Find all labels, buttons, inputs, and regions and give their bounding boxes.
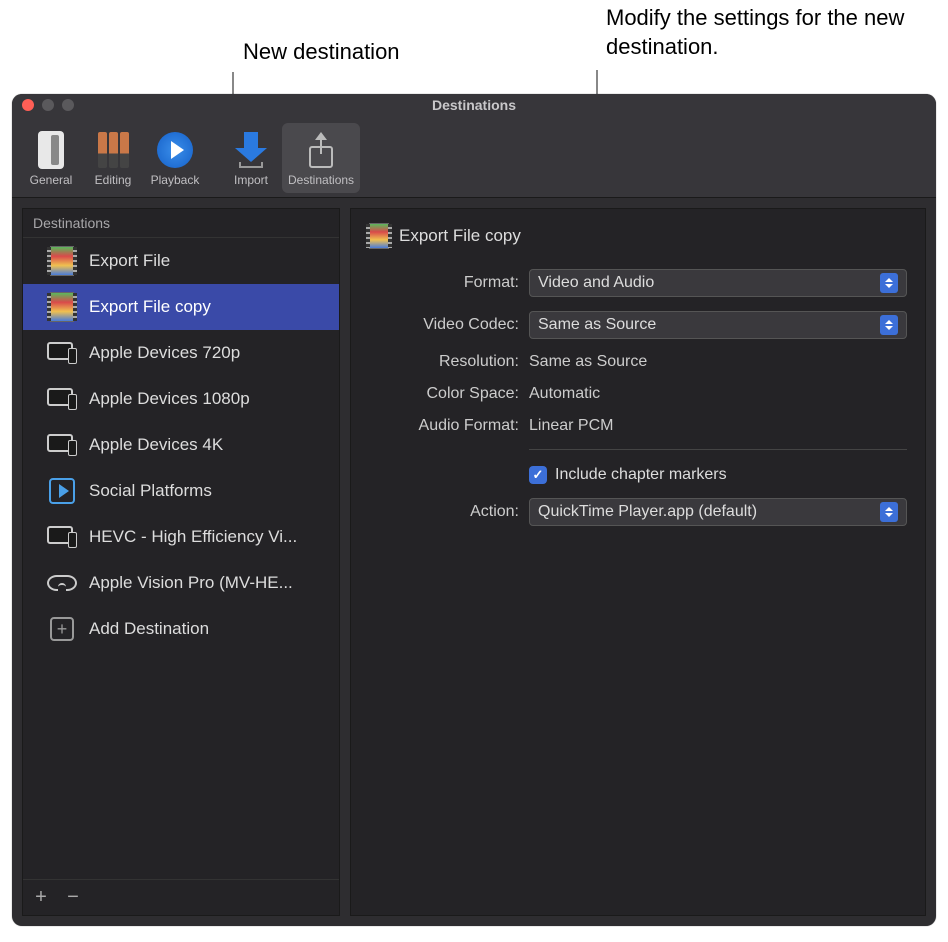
add-button[interactable]: + (31, 886, 51, 909)
sidebar-item-label: HEVC - High Efficiency Vi... (89, 527, 297, 547)
codec-label: Video Codec: (369, 316, 519, 334)
select-arrows-icon (880, 502, 898, 522)
devices-icon (47, 522, 77, 552)
checkmark-icon: ✓ (533, 467, 544, 483)
resolution-label: Resolution: (369, 353, 519, 371)
toolbar-destinations-label: Destinations (288, 173, 354, 187)
destinations-icon (300, 129, 342, 171)
sidebar-item-hevc[interactable]: HEVC - High Efficiency Vi... (23, 514, 339, 560)
plus-box-icon: + (47, 614, 77, 644)
content-area: Destinations Export File Export File cop… (12, 198, 936, 926)
filmstrip-icon (47, 292, 77, 322)
window-controls (22, 99, 74, 111)
sidebar-item-label: Social Platforms (89, 481, 212, 501)
toolbar-import[interactable]: Import (220, 123, 282, 193)
devices-icon (47, 430, 77, 460)
colorspace-label: Color Space: (369, 385, 519, 403)
sidebar-item-label: Apple Vision Pro (MV-HE... (89, 573, 293, 593)
window-title: Destinations (432, 97, 516, 113)
detail-title: Export File copy (399, 226, 521, 246)
detail-panel: Export File copy Format: Video and Audio… (350, 208, 926, 916)
format-select[interactable]: Video and Audio (529, 269, 907, 297)
editing-icon (92, 129, 134, 171)
sidebar-item-label: Apple Devices 1080p (89, 389, 250, 409)
action-row: Action: QuickTime Player.app (default) (369, 498, 907, 526)
preferences-toolbar: General Editing Playback Import Destinat… (12, 116, 936, 198)
audioformat-row: Audio Format: Linear PCM (369, 417, 907, 435)
toolbar-general[interactable]: General (20, 123, 82, 193)
callout-modify-settings: Modify the settings for the new destinat… (606, 4, 936, 61)
preferences-window: Destinations General Editing Playback Im… (12, 94, 936, 926)
sidebar-footer: + − (23, 879, 339, 915)
format-value: Video and Audio (538, 274, 654, 292)
audioformat-label: Audio Format: (369, 417, 519, 435)
toolbar-import-label: Import (234, 173, 268, 187)
toolbar-playback[interactable]: Playback (144, 123, 206, 193)
destinations-sidebar: Destinations Export File Export File cop… (22, 208, 340, 916)
general-icon (30, 129, 72, 171)
codec-select[interactable]: Same as Source (529, 311, 907, 339)
sidebar-item-label: Export File (89, 251, 170, 271)
select-arrows-icon (880, 273, 898, 293)
remove-button[interactable]: − (63, 886, 83, 909)
sidebar-item-social-platforms[interactable]: Social Platforms (23, 468, 339, 514)
resolution-row: Resolution: Same as Source (369, 353, 907, 371)
sidebar-item-apple-devices-4k[interactable]: Apple Devices 4K (23, 422, 339, 468)
devices-icon (47, 384, 77, 414)
toolbar-destinations[interactable]: Destinations (282, 123, 360, 193)
sidebar-item-export-file-copy[interactable]: Export File copy (23, 284, 339, 330)
select-arrows-icon (880, 315, 898, 335)
action-value: QuickTime Player.app (default) (538, 503, 757, 521)
title-bar: Destinations (12, 94, 936, 116)
resolution-value: Same as Source (529, 353, 907, 371)
chapters-row: ✓ Include chapter markers (369, 466, 907, 484)
sidebar-item-label: Export File copy (89, 297, 211, 317)
sidebar-item-add-destination[interactable]: + Add Destination (23, 606, 339, 652)
sidebar-item-label: Add Destination (89, 619, 209, 639)
divider (529, 449, 907, 450)
colorspace-value: Automatic (529, 385, 907, 403)
toolbar-editing-label: Editing (95, 173, 132, 187)
toolbar-general-label: General (30, 173, 73, 187)
sidebar-item-label: Apple Devices 4K (89, 435, 223, 455)
chapters-label: Include chapter markers (555, 466, 727, 484)
filmstrip-icon (47, 246, 77, 276)
detail-header: Export File copy (369, 223, 907, 249)
devices-icon (47, 338, 77, 368)
close-button[interactable] (22, 99, 34, 111)
colorspace-row: Color Space: Automatic (369, 385, 907, 403)
playback-icon (154, 129, 196, 171)
sidebar-list: Export File Export File copy Apple Devic… (23, 238, 339, 879)
action-select[interactable]: QuickTime Player.app (default) (529, 498, 907, 526)
audioformat-value: Linear PCM (529, 417, 907, 435)
callout-new-destination: New destination (243, 38, 400, 67)
format-label: Format: (369, 274, 519, 292)
sidebar-item-export-file[interactable]: Export File (23, 238, 339, 284)
sidebar-item-vision-pro[interactable]: Apple Vision Pro (MV-HE... (23, 560, 339, 606)
action-label: Action: (369, 503, 519, 521)
minimize-button[interactable] (42, 99, 54, 111)
codec-value: Same as Source (538, 316, 656, 334)
sidebar-header: Destinations (23, 209, 339, 238)
social-icon (47, 476, 77, 506)
filmstrip-icon (369, 223, 389, 249)
chapters-checkbox[interactable]: ✓ (529, 466, 547, 484)
format-row: Format: Video and Audio (369, 269, 907, 297)
toolbar-playback-label: Playback (151, 173, 200, 187)
codec-row: Video Codec: Same as Source (369, 311, 907, 339)
zoom-button[interactable] (62, 99, 74, 111)
sidebar-item-apple-devices-720p[interactable]: Apple Devices 720p (23, 330, 339, 376)
sidebar-item-apple-devices-1080p[interactable]: Apple Devices 1080p (23, 376, 339, 422)
import-icon (230, 129, 272, 171)
goggles-icon (47, 568, 77, 598)
sidebar-item-label: Apple Devices 720p (89, 343, 240, 363)
toolbar-editing[interactable]: Editing (82, 123, 144, 193)
